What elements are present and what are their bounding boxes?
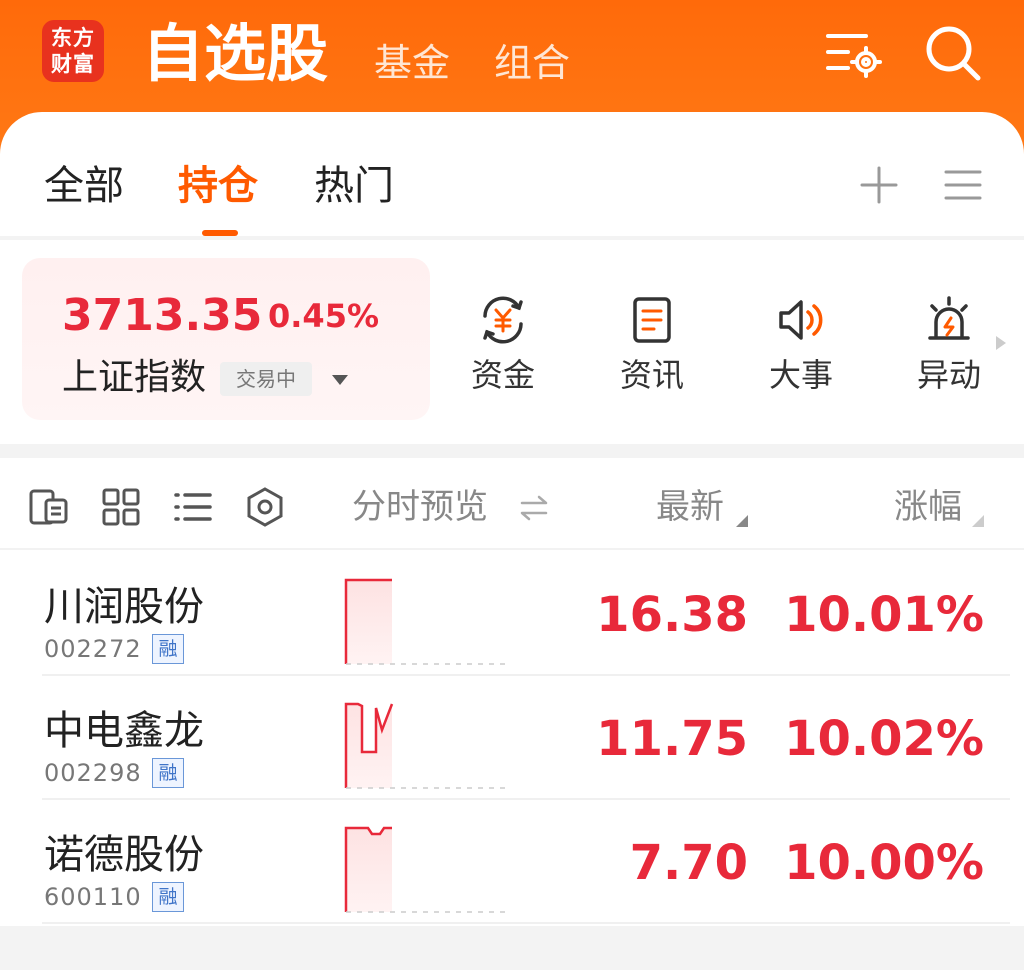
stock-change: 10.00% [784,835,984,891]
column-header-change[interactable]: 涨幅 [894,484,962,530]
index-value: 3713.35 [62,290,263,341]
stock-price: 11.75 [596,711,748,767]
list-settings-icon[interactable] [822,22,884,88]
margin-badge: 融 [152,634,184,664]
header-tab-fund[interactable]: 基金 [374,38,450,88]
stock-code: 600110 [44,883,142,911]
menu-icon[interactable] [940,162,986,212]
index-name: 上证指数 [62,357,207,398]
yuan-cycle-icon [483,296,523,344]
swap-icon[interactable] [518,494,550,526]
stock-change: 10.02% [784,711,984,767]
stock-name: 中电鑫龙 [44,708,204,754]
column-header-preview[interactable]: 分时预览 [352,484,488,530]
intraday-sparkline [344,702,510,789]
quick-action-label: 资讯 [619,356,684,394]
header-divider [0,548,1024,550]
list-view-icon[interactable] [172,486,214,532]
quick-action-news[interactable]: 资讯 [607,294,697,396]
header-tab-portfolio[interactable]: 组合 [494,38,570,88]
news-doc-icon [633,297,671,343]
sort-icon[interactable] [972,512,984,531]
app-logo: 东方 财富 [42,20,104,82]
table-row[interactable]: 中电鑫龙 002298 融 11.75 10.02% [0,676,1024,800]
quick-action-alerts[interactable]: 异动 [904,294,994,396]
chevron-down-icon[interactable] [330,372,350,392]
margin-badge: 融 [152,758,184,788]
card-view-icon[interactable] [28,486,70,532]
speaker-icon [779,300,823,340]
intraday-sparkline [344,578,510,665]
intraday-sparkline [344,826,510,913]
quick-action-funds[interactable]: 资金 [458,294,548,396]
stock-code: 002298 [44,759,142,787]
stock-price: 7.70 [629,835,748,891]
stock-name: 川润股份 [44,584,204,630]
row-divider [42,922,1010,924]
tab-hot[interactable]: 热门 [314,160,394,212]
alarm-light-icon [928,296,970,340]
logo-line1: 东方 [51,26,95,50]
stock-price: 16.38 [596,587,748,643]
sort-icon[interactable] [736,512,748,531]
tab-holdings[interactable]: 持仓 [178,160,258,212]
column-header-latest[interactable]: 最新 [656,484,724,530]
margin-badge: 融 [152,882,184,912]
grid-view-icon[interactable] [100,486,142,532]
index-change-pct: 0.45% [268,297,380,335]
tab-all[interactable]: 全部 [44,160,124,212]
quick-action-label: 资金 [470,356,535,394]
quick-action-events[interactable]: 大事 [756,294,846,396]
add-icon[interactable] [856,162,902,212]
stock-change: 10.01% [784,587,984,643]
table-row[interactable]: 诺德股份 600110 融 7.70 10.00% [0,800,1024,924]
chevron-right-icon[interactable] [994,334,1008,356]
stock-code: 002272 [44,635,142,663]
table-row[interactable]: 川润股份 002272 融 16.38 10.01% [0,552,1024,676]
active-tab-indicator [202,230,238,236]
quick-action-label: 异动 [916,356,981,394]
stock-name: 诺德股份 [44,832,204,878]
logo-line2: 财富 [51,52,95,76]
quick-action-label: 大事 [768,356,833,394]
search-icon[interactable] [922,22,984,88]
page-title[interactable]: 自选股 [142,14,328,94]
hexagon-settings-icon[interactable] [244,486,286,532]
trading-status-badge: 交易中 [220,362,312,396]
